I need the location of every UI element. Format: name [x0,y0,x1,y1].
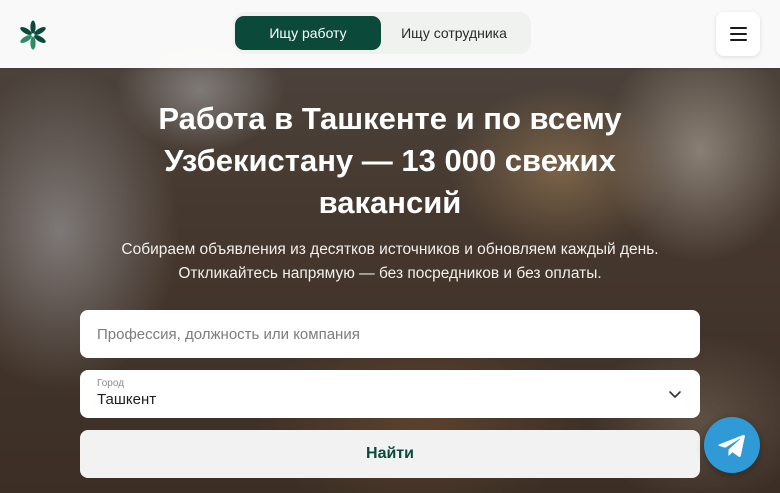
subtitle-line: Откликайтесь напрямую — без посредников … [178,265,602,282]
city-value: Ташкент [97,391,157,408]
telegram-button[interactable] [704,417,760,473]
tab-employer[interactable]: Ищу сотрудника [383,16,525,50]
chevron-down-icon [669,391,681,398]
city-label: Город [97,378,125,389]
find-button[interactable]: Найти [80,430,700,478]
hero-section: Работа в Ташкенте и по всему Узбекистану… [0,68,780,493]
hamburger-menu-icon [730,33,747,35]
search-field [80,310,700,358]
hamburger-menu-icon [730,39,747,41]
tab-job-seeker[interactable]: Ищу работу [235,16,381,50]
search-input[interactable] [80,310,700,358]
hamburger-menu-icon [730,27,747,29]
menu-button[interactable] [716,12,760,56]
telegram-icon [718,434,745,457]
logo-icon[interactable] [18,20,48,50]
role-switch: Ищу работу Ищу сотрудника [233,12,531,54]
page-title: Работа в Ташкенте и по всему Узбекистану… [158,101,622,220]
subtitle-line: Собираем объявления из десятков источник… [121,241,659,258]
page-subtitle: Собираем объявления из десятков источник… [60,238,720,286]
site-header: Ищу работу Ищу сотрудника [0,0,780,68]
city-select[interactable]: Город Ташкент [80,370,700,418]
